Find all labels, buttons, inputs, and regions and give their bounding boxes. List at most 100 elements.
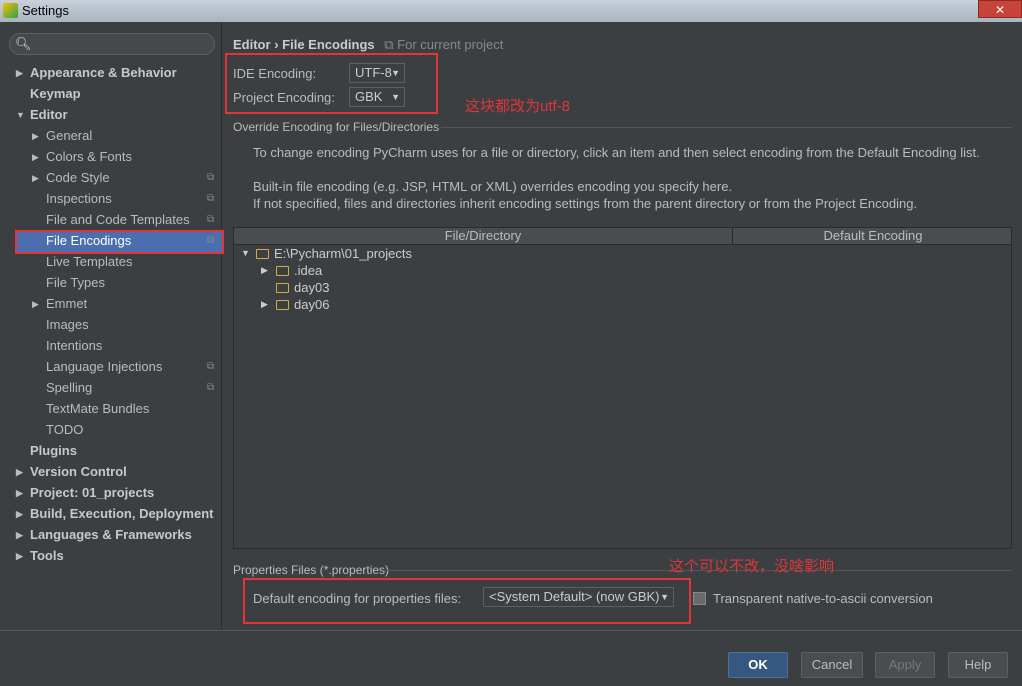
sidebar-item-label: Build, Execution, Deployment [30,506,214,521]
sidebar-item[interactable]: ▶ Emmet [32,294,87,314]
transparent-conversion-label[interactable]: Transparent native-to-ascii conversion [713,591,933,606]
help-text-2: Built-in file encoding (e.g. JSP, HTML o… [253,179,733,194]
sidebar-item-label: Code Style [46,170,110,185]
expanded-arrow-icon[interactable]: ▼ [16,105,25,125]
collapsed-arrow-icon[interactable]: ▶ [32,168,39,188]
breadcrumb-parent: Editor [233,37,271,52]
ok-button[interactable]: OK [728,652,788,678]
encoding-table[interactable]: File/Directory Default Encoding ▼ E:\Pych… [233,227,1012,549]
breadcrumb-separator: › [274,37,279,52]
project-encoding-select[interactable]: GBK ▼ [349,87,405,107]
collapsed-arrow-icon[interactable]: ▶ [32,126,39,146]
pycharm-logo-icon [3,3,18,18]
close-button[interactable]: ✕ [978,0,1022,18]
sidebar-item[interactable]: ▶ Languages & Frameworks [16,525,192,545]
sidebar-item-label: TODO [46,422,84,437]
sidebar-item[interactable]: File and Code Templates ⧉ [46,210,214,230]
sidebar-item[interactable]: ▶ Colors & Fonts [32,147,132,167]
project-scope-icon: ⧉ [207,235,215,246]
sidebar-item[interactable]: File Encodings ⧉ [46,231,214,251]
row-name: day06 [294,297,330,312]
sidebar-item[interactable]: Inspections ⧉ [46,189,214,209]
sidebar-item[interactable]: ▶ Tools [16,546,64,566]
sidebar-item-label: Images [46,317,89,332]
sidebar-item-label: TextMate Bundles [46,401,150,416]
ide-encoding-value: UTF-8 [355,65,392,80]
sidebar-item[interactable]: Keymap [30,84,81,104]
properties-group-title: Properties Files (*.properties) [233,563,390,577]
collapsed-arrow-icon[interactable]: ▶ [261,296,268,313]
properties-encoding-value: <System Default> (now GBK) [489,589,660,604]
scope-text: For current project [397,37,504,52]
sidebar-item[interactable]: TODO [46,420,83,440]
sidebar-item[interactable]: Live Templates [46,252,132,272]
title-bar: Settings ✕ [0,0,1022,22]
sidebar-item[interactable]: ▶ Version Control [16,462,127,482]
window-title: Settings [22,3,69,18]
row-name: .idea [294,263,323,278]
sidebar-item[interactable]: Plugins [30,441,77,461]
sidebar-item-label: Editor [30,107,68,122]
table-header: File/Directory Default Encoding [234,228,1011,245]
sidebar-item-label: Appearance & Behavior [30,65,177,80]
sidebar-item[interactable]: ▶ Project: 01_projects [16,483,154,503]
collapsed-arrow-icon[interactable]: ▶ [16,63,23,83]
sidebar-item[interactable]: TextMate Bundles [46,399,149,419]
folder-icon [276,300,289,310]
sidebar-item-label: File Types [46,275,106,290]
transparent-conversion-checkbox[interactable] [693,592,706,605]
annotation-note-1: 这块都改为utf-8 [465,98,571,115]
sidebar-item[interactable]: Spelling ⧉ [46,378,214,398]
collapsed-arrow-icon[interactable]: ▶ [261,262,268,279]
help-text-3: If not specified, files and directories … [253,196,918,211]
row-name: day03 [294,280,330,295]
breadcrumb: Editor › File Encodings ⧉ For current pr… [233,37,503,53]
sidebar-item-label: Live Templates [46,254,133,269]
sidebar-item-label: File and Code Templates [46,212,190,227]
sidebar-item-label: Spelling [46,380,93,395]
apply-button[interactable]: Apply [875,652,935,678]
collapsed-arrow-icon[interactable]: ▶ [16,462,23,482]
collapsed-arrow-icon[interactable]: ▶ [16,546,23,566]
sidebar-item[interactable]: File Types [46,273,105,293]
collapsed-arrow-icon[interactable]: ▶ [32,147,39,167]
sidebar-item-label: File Encodings [46,233,132,248]
dialog-footer: OK Cancel Apply Help [0,630,1022,686]
column-file-directory[interactable]: File/Directory [234,228,733,245]
sidebar-item[interactable]: Intentions [46,336,102,356]
sidebar-item[interactable]: Language Injections ⧉ [46,357,214,377]
expanded-arrow-icon[interactable]: ▼ [241,245,250,262]
table-row[interactable]: ▼ E:\Pycharm\01_projects [241,245,412,262]
sidebar-item-label: Version Control [30,464,127,479]
breadcrumb-current: File Encodings [282,37,375,52]
table-row[interactable]: ▶ .idea [261,262,323,279]
sidebar-item-label: Language Injections [46,359,163,374]
ide-encoding-select[interactable]: UTF-8 ▼ [349,63,405,83]
sidebar-item[interactable]: ▶ Appearance & Behavior [16,63,177,83]
project-encoding-value: GBK [355,89,383,104]
sidebar-item-label: Tools [30,548,64,563]
settings-sidebar: 🔍︎ ▶ Appearance & Behavior Keymap ▼ Editor ▶ G… [0,22,224,630]
properties-encoding-select[interactable]: <System Default> (now GBK) ▼ [483,587,674,607]
help-button[interactable]: Help [948,652,1008,678]
collapsed-arrow-icon[interactable]: ▶ [32,294,39,314]
table-row[interactable]: day03 [276,279,329,296]
search-icon: 🔍︎ [15,36,32,51]
table-row[interactable]: ▶ day06 [261,296,330,313]
sidebar-item[interactable]: ▶ General [32,126,93,146]
sidebar-item[interactable]: ▶ Code Style ⧉ [32,168,214,188]
cancel-button[interactable]: Cancel [801,652,863,678]
collapsed-arrow-icon[interactable]: ▶ [16,483,23,503]
collapsed-arrow-icon[interactable]: ▶ [16,504,23,524]
column-default-encoding[interactable]: Default Encoding [734,228,1012,245]
collapsed-arrow-icon[interactable]: ▶ [16,525,23,545]
properties-encoding-label: Default encoding for properties files: [253,591,462,606]
sidebar-item[interactable]: Images [46,315,89,335]
chevron-down-icon: ▼ [391,68,400,78]
sidebar-item[interactable]: ▼ Editor [16,105,68,125]
sidebar-item[interactable]: ▶ Build, Execution, Deployment [16,504,214,524]
ide-encoding-label: IDE Encoding: [233,66,317,81]
search-input[interactable]: 🔍︎ [9,33,215,55]
sidebar-item-label: General [46,128,93,143]
folder-icon [276,266,289,276]
